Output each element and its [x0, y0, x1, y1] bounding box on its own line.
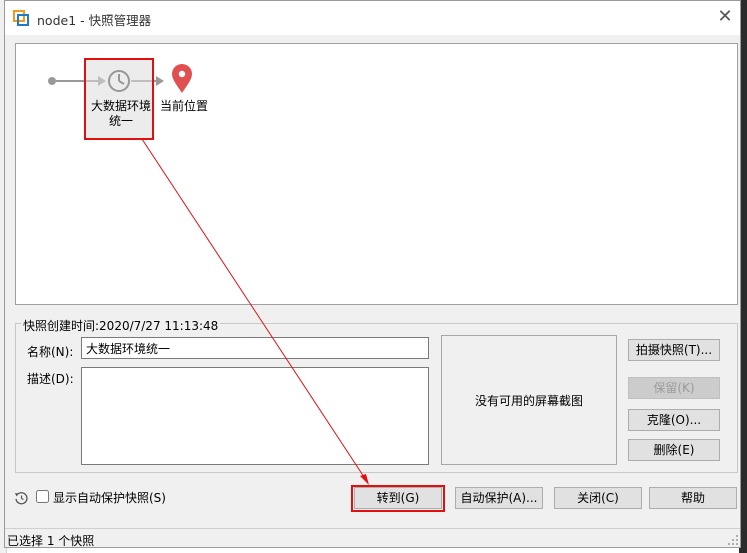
show-auto-protect-label[interactable]: 显示自动保护快照(S) — [53, 489, 166, 506]
description-textarea[interactable] — [81, 367, 429, 465]
name-label: 名称(N): — [27, 345, 74, 359]
screenshot-preview: 没有可用的屏幕截图 — [441, 335, 617, 465]
created-time-label: 快照创建时间:2020/7/27 11:13:48 — [21, 317, 221, 334]
keep-button[interactable]: 保留(K) — [628, 377, 720, 399]
close-window-icon[interactable]: ✕ — [715, 7, 735, 27]
goto-button-highlight — [351, 485, 445, 512]
show-auto-protect-checkbox[interactable] — [36, 490, 49, 503]
snapshot-manager-dialog: node1 - 快照管理器 ✕ 大数据环境统一 当前位置 快照创建时间:2020… — [4, 0, 741, 548]
snapshot-tree-panel[interactable]: 大数据环境统一 当前位置 — [15, 43, 738, 305]
vmware-app-icon — [13, 10, 29, 26]
window-title: node1 - 快照管理器 — [37, 13, 152, 28]
take-snapshot-button[interactable]: 拍摄快照(T)... — [628, 339, 720, 361]
auto-protect-button[interactable]: 自动保护(A)... — [455, 487, 543, 509]
status-bar — [5, 528, 740, 549]
location-pin-icon — [172, 64, 192, 93]
help-button[interactable]: 帮助 — [649, 487, 737, 509]
status-text: 已选择 1 个快照 — [7, 534, 95, 548]
description-label: 描述(D): — [27, 372, 74, 386]
close-button[interactable]: 关闭(C) — [554, 487, 642, 509]
snapshot-node-label[interactable]: 大数据环境统一 — [86, 99, 156, 129]
clone-button[interactable]: 克隆(O)... — [628, 409, 720, 431]
history-icon — [15, 492, 28, 505]
name-input[interactable] — [81, 337, 429, 359]
resize-grip-icon[interactable] — [727, 534, 739, 546]
root-node-dot — [48, 77, 56, 85]
current-position-label: 当前位置 — [160, 99, 209, 113]
flow-arrow-2 — [156, 76, 164, 86]
delete-button[interactable]: 删除(E) — [628, 439, 720, 461]
title-bar: node1 - 快照管理器 ✕ — [5, 1, 740, 35]
no-screenshot-text: 没有可用的屏幕截图 — [474, 393, 583, 408]
